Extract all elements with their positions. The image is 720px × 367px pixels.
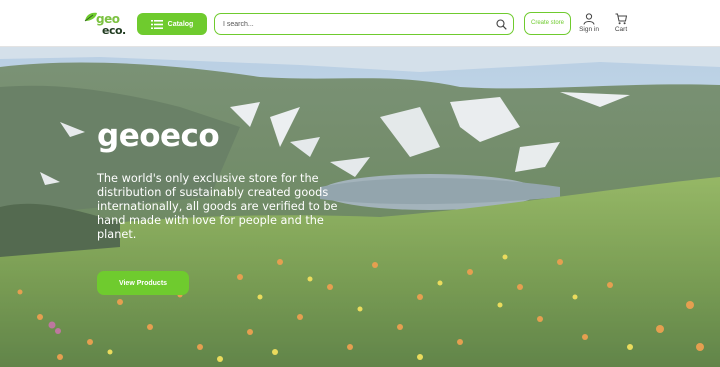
cart-button[interactable]: Cart — [609, 13, 633, 33]
search-input[interactable] — [223, 17, 493, 32]
user-icon — [583, 13, 595, 25]
logo-text-eco: eco. — [102, 24, 126, 37]
sign-in-button[interactable]: Sign in — [576, 13, 602, 33]
hero-description: The world's only exclusive store for the… — [97, 172, 338, 241]
hero-banner: geoeco The world's only exclusive store … — [0, 47, 720, 367]
hero-title: geoeco — [97, 118, 220, 154]
create-store-button[interactable]: Create store — [524, 12, 571, 35]
cart-icon — [615, 13, 627, 25]
cart-label: Cart — [614, 26, 628, 33]
view-products-button[interactable]: View Products — [97, 271, 189, 295]
catalog-label: Catalog — [167, 20, 194, 28]
logo[interactable]: geo eco. — [84, 10, 130, 38]
menu-icon — [150, 19, 163, 29]
search-bar[interactable] — [214, 13, 514, 35]
site-header: geo eco. Catalog Create store Sign in — [0, 0, 720, 47]
catalog-button[interactable]: Catalog — [137, 13, 207, 35]
sign-in-label: Sign in — [579, 26, 599, 33]
search-icon[interactable] — [496, 19, 507, 30]
